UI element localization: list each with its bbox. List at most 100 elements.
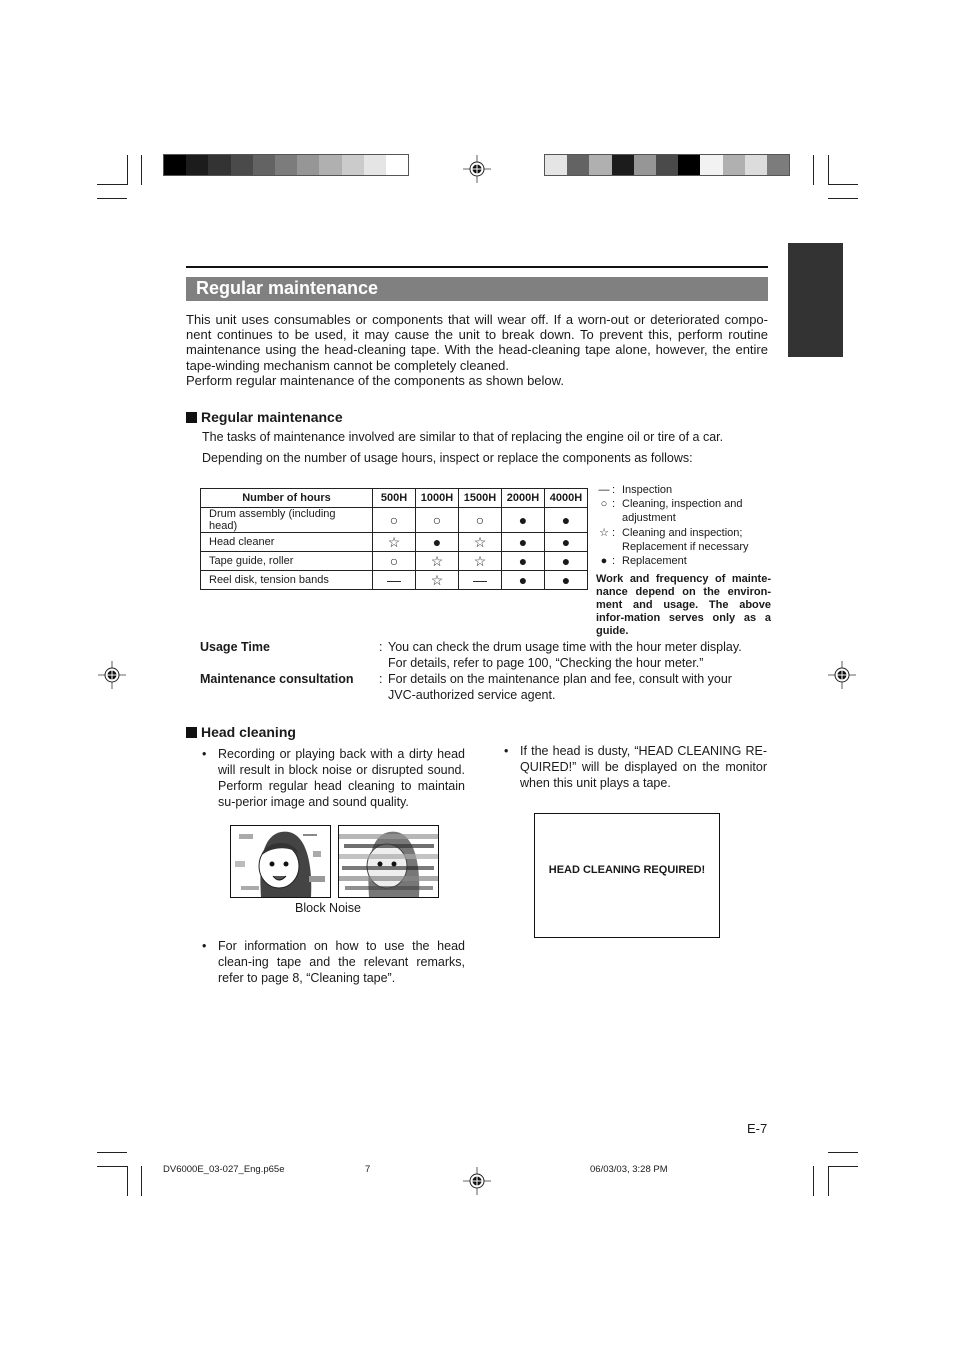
table-header-cell: Number of hours — [200, 488, 373, 508]
colon: : — [379, 640, 383, 654]
star-icon: ☆ — [599, 526, 609, 539]
legend-item: ☆: Cleaning and inspection; Replacement … — [596, 526, 771, 554]
color-swatch — [722, 155, 745, 175]
table-cell: ☆ — [372, 532, 416, 552]
bullet-icon: • — [202, 939, 207, 953]
open-circle-icon: ○ — [600, 498, 608, 511]
crop-mark — [828, 1166, 858, 1167]
table-cell: ● — [501, 532, 545, 552]
maintenance-consultation-text: For details on the maintenance plan and … — [388, 672, 732, 702]
legend-item: ○: Cleaning, inspection and adjustment — [596, 497, 771, 525]
table-cell: ☆ — [458, 551, 502, 571]
square-bullet-icon — [186, 726, 197, 738]
table-cell: ● — [501, 551, 545, 571]
color-bar-left — [163, 154, 410, 176]
color-swatch — [678, 155, 701, 175]
table-header-row: Number of hours 500H 1000H 1500H 2000H 4… — [200, 488, 588, 508]
table-header-cell: 500H — [372, 488, 416, 508]
color-swatch — [186, 155, 209, 175]
color-swatch — [633, 155, 656, 175]
regular-line-1: The tasks of maintenance involved are si… — [202, 430, 724, 444]
color-swatch — [611, 155, 634, 175]
color-swatch — [363, 155, 386, 175]
intro-paragraph: This unit uses consumables or components… — [186, 312, 768, 373]
square-bullet-icon — [186, 411, 197, 423]
table-cell: ● — [544, 507, 588, 533]
color-swatch — [208, 155, 231, 175]
color-swatch — [655, 155, 679, 175]
clean-image-illustration — [230, 825, 331, 898]
table-row: Tape guide, roller ○ ☆ ☆ ● ● — [200, 551, 588, 571]
color-swatch — [164, 155, 187, 175]
subheading-head-cleaning: Head cleaning — [186, 724, 296, 740]
registration-mark-icon — [463, 1167, 491, 1195]
crop-mark — [127, 1166, 128, 1196]
table-row: Drum assembly (including head) ○ ○ ○ ● ● — [200, 507, 588, 533]
legend-item: ●: Replacement — [596, 554, 771, 568]
table-cell: ○ — [458, 507, 502, 533]
crop-mark — [828, 1152, 858, 1153]
table-cell: ☆ — [415, 570, 459, 590]
crop-mark — [828, 1166, 829, 1196]
bullet-item: • Recording or playing back with a dirty… — [202, 747, 465, 809]
filled-circle-icon: ● — [600, 555, 608, 568]
color-swatch — [567, 155, 590, 175]
color-swatch — [545, 155, 568, 175]
usage-time-label: Usage Time — [200, 640, 270, 654]
block-noise-caption: Block Noise — [295, 901, 361, 915]
subheading-text: Regular maintenance — [201, 409, 343, 425]
intro-paragraph: Perform regular maintenance of the compo… — [186, 372, 564, 388]
table-header-cell: 4000H — [544, 488, 588, 508]
color-swatch — [297, 155, 320, 175]
table-row: Reel disk, tension bands — ☆ — ● ● — [200, 570, 588, 590]
table-cell: ○ — [372, 551, 416, 571]
table-legend: —: Inspection ○: Cleaning, inspection an… — [596, 483, 771, 638]
crop-mark — [813, 155, 814, 185]
color-swatch — [252, 155, 275, 175]
table-header-cell: 1500H — [458, 488, 502, 508]
regular-line-2: Depending on the number of usage hours, … — [202, 451, 693, 465]
maintenance-consultation-label: Maintenance consultation — [200, 672, 354, 686]
section-title-bar: Regular maintenance — [186, 277, 768, 301]
crop-mark — [828, 198, 858, 199]
color-swatch — [744, 155, 767, 175]
color-swatch — [274, 155, 298, 175]
crop-mark — [97, 198, 127, 199]
colon: : — [379, 672, 383, 686]
crop-mark — [97, 184, 127, 185]
block-noise-image-illustration — [338, 825, 439, 898]
subheading-regular-maintenance: Regular maintenance — [186, 409, 343, 425]
bullet-icon: • — [504, 744, 509, 758]
chapter-tab — [788, 243, 843, 357]
footer-date: 06/03/03, 3:28 PM — [590, 1164, 668, 1175]
color-swatch — [385, 155, 409, 175]
color-swatch — [700, 155, 723, 175]
table-cell: — — [458, 570, 502, 590]
table-row-label: Reel disk, tension bands — [200, 570, 373, 590]
legend-note: Work and frequency of mainte-nance depen… — [596, 573, 771, 638]
registration-mark-icon — [98, 661, 126, 689]
table-row-label: Tape guide, roller — [200, 551, 373, 571]
color-swatch — [766, 155, 790, 175]
page-number: E-7 — [747, 1121, 768, 1136]
table-cell: ● — [544, 570, 588, 590]
table-header-cell: 2000H — [501, 488, 545, 508]
table-header-cell: 1000H — [415, 488, 459, 508]
table-row: Head cleaner ☆ ● ☆ ● ● — [200, 532, 588, 552]
bullet-item: • For information on how to use the head… — [202, 939, 465, 985]
crop-mark — [828, 184, 858, 185]
bullet-item: • If the head is dusty, “HEAD CLEANING R… — [504, 744, 767, 790]
table-cell: ● — [501, 507, 545, 533]
table-cell: ● — [544, 551, 588, 571]
crop-mark — [141, 1166, 142, 1196]
maintenance-table: Number of hours 500H 1000H 1500H 2000H 4… — [200, 488, 588, 590]
legend-item: —: Inspection — [596, 483, 771, 497]
registration-mark-icon — [828, 661, 856, 689]
registration-mark-icon — [463, 155, 491, 183]
footer-page: 7 — [365, 1164, 371, 1175]
monitor-message: HEAD CLEANING REQUIRED! — [548, 864, 706, 876]
monitor-display-illustration: HEAD CLEANING REQUIRED! — [534, 813, 720, 938]
section-rule — [186, 266, 768, 268]
table-row-label: Head cleaner — [200, 532, 373, 552]
dash-icon: — — [598, 484, 610, 496]
